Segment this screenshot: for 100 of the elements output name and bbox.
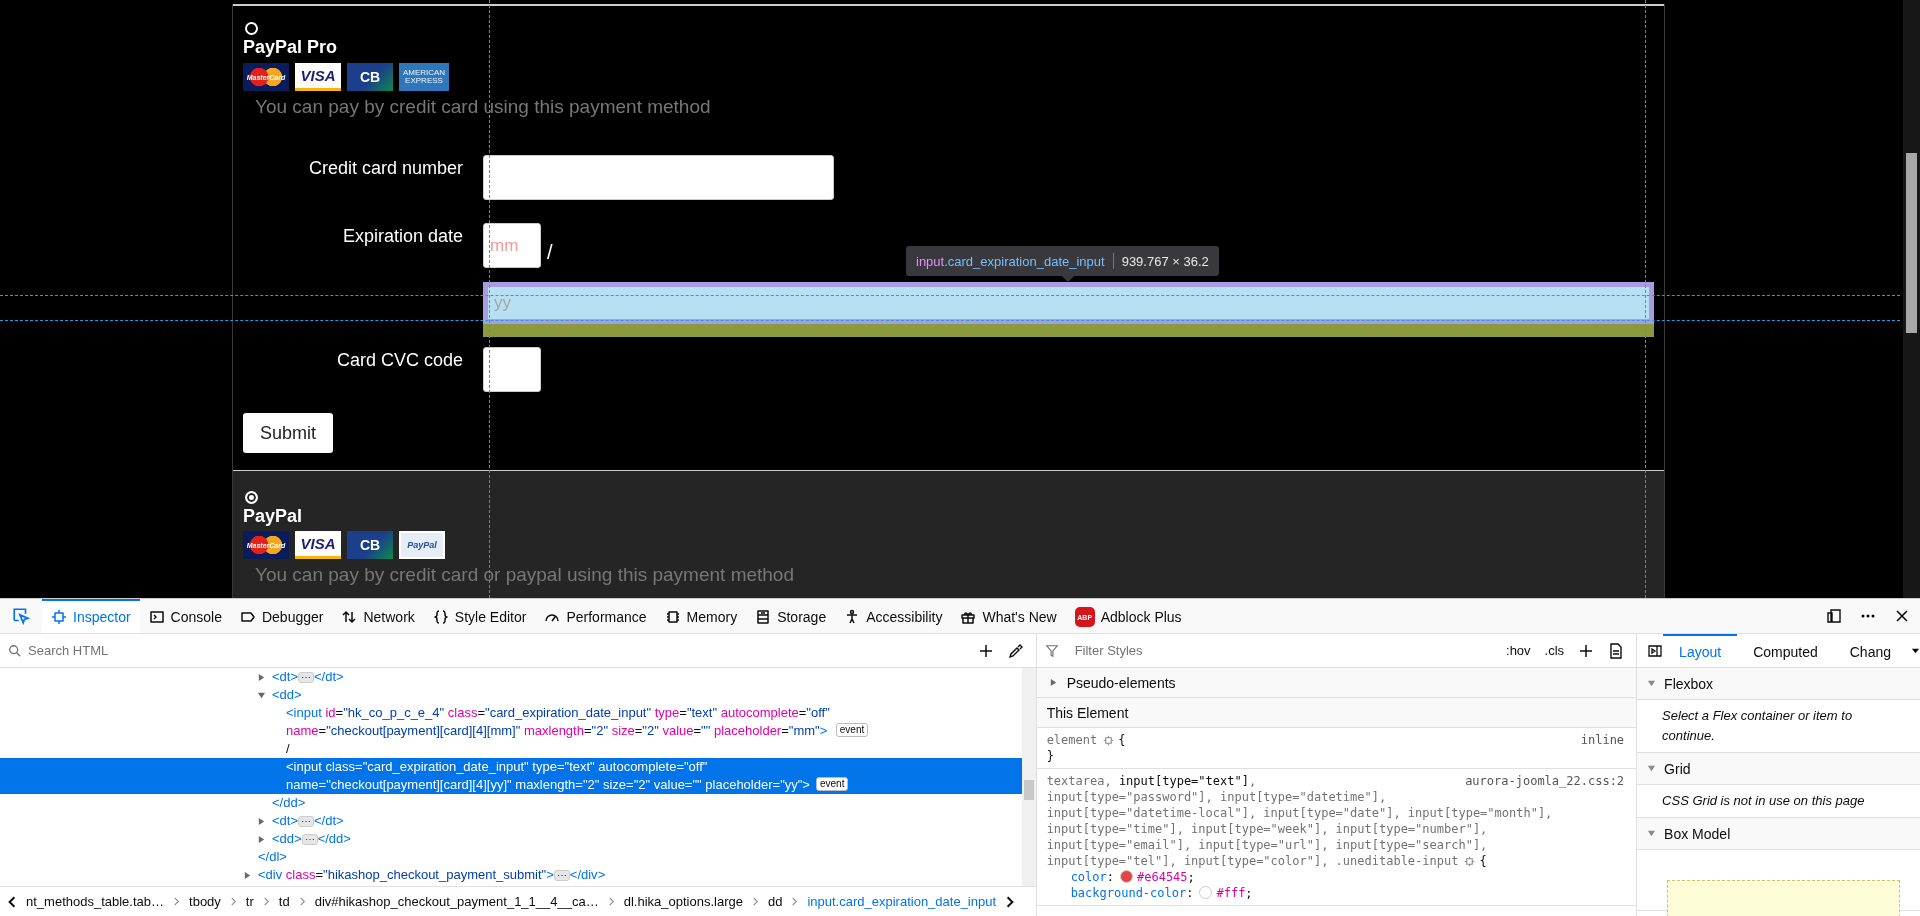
markup-line[interactable]: <div class="hikashop_checkout_payment_submit">⋯</div> <box>258 866 606 884</box>
rule-selector: input[type="password"], input[type="datetime"], <box>1046 789 1387 805</box>
sidebar-toggle-icon[interactable] <box>1647 642 1664 659</box>
chevron-icon <box>172 897 182 906</box>
markup-line[interactable]: <input id="hk_co_p_c_e_4" class="card_expiration_date_input" type="text" autocomplete="off" <box>286 704 830 722</box>
devtools-tab[interactable]: Console <box>139 599 231 633</box>
filter-icon <box>1044 643 1059 658</box>
sidebar-tab[interactable]: Chang <box>1833 634 1907 667</box>
css-declaration[interactable]: color: #e64545; <box>1046 869 1625 885</box>
card-logo: CB <box>347 531 393 559</box>
year-field[interactable]: yy <box>483 282 1654 324</box>
devtools-tab[interactable]: Performance <box>535 599 656 633</box>
pseudo-elements-toggle[interactable]: Pseudo-elements <box>1066 674 1176 691</box>
braces-icon <box>432 609 449 625</box>
close-icon[interactable] <box>1894 608 1910 624</box>
cvc-field[interactable] <box>483 347 541 392</box>
event-badge[interactable]: event <box>835 723 869 737</box>
section-header[interactable]: Box Model <box>1664 825 1731 842</box>
twisty-icon[interactable] <box>1647 764 1657 773</box>
section-header[interactable]: Flexbox <box>1664 675 1714 692</box>
breadcrumb[interactable]: tr <box>245 894 254 909</box>
card-logo: VISA <box>295 531 341 559</box>
rule-selector: input[type="datetime-local"], input[type="date"], input[type="month"], <box>1046 805 1553 821</box>
breadcrumb[interactable]: dd <box>767 894 783 909</box>
breadcrumb[interactable]: td <box>278 894 290 909</box>
radio-button[interactable] <box>245 491 258 504</box>
field-label: Expiration date <box>341 225 463 248</box>
date-separator: / <box>547 240 553 264</box>
markup-line[interactable]: / <box>286 740 290 758</box>
markup-line[interactable]: <dt>⋯</dt> <box>272 812 344 830</box>
card-number-field[interactable] <box>483 155 834 200</box>
devtools-tab[interactable]: Style Editor <box>423 599 536 633</box>
twisty-icon[interactable] <box>243 871 252 880</box>
markup-line[interactable]: name="checkout[payment][card][4][mm]" maxlength="2" size="2" value="" placeholder="mm"> <box>286 722 828 740</box>
section-header[interactable]: Grid <box>1664 760 1691 777</box>
card-logo: VISA <box>295 63 341 91</box>
twisty-icon[interactable] <box>1647 679 1657 688</box>
payment-description: You can pay by credit card using this payment method <box>254 95 712 119</box>
month-field[interactable]: mm <box>483 223 541 268</box>
markup-line[interactable]: name="checkout[payment][card][4][yy]" maxlength="2" size="2" value="" placeholder="yy"> <box>286 776 810 794</box>
markup-line[interactable]: <dd>⋯</dd> <box>272 830 351 848</box>
twisty-icon[interactable] <box>1048 678 1058 687</box>
breadcrumb[interactable]: nt_methods_table.tab… <box>26 894 165 909</box>
markup-line[interactable]: <dt>⋯</dt> <box>272 668 344 686</box>
chevron-icon <box>297 897 307 906</box>
rule-brace: { <box>1118 732 1126 748</box>
section-title: This Element <box>1036 698 1637 728</box>
breadcrumb[interactable]: tbody <box>189 894 221 909</box>
devtools-tab[interactable]: Network <box>332 599 424 633</box>
devtools-tab[interactable]: Inspector <box>42 599 140 633</box>
css-declaration[interactable]: background-color: #fff; <box>1046 885 1625 901</box>
responsive-mode-icon[interactable] <box>1826 608 1842 624</box>
section-message: CSS Grid is not in use on this page <box>1661 792 1866 810</box>
twisty-icon[interactable] <box>1647 829 1657 838</box>
filter-field[interactable]: Filter Styles <box>1072 642 1492 659</box>
devtools-tab[interactable]: Memory <box>655 599 747 633</box>
rule-source[interactable]: inline <box>1570 732 1625 748</box>
chip-icon <box>664 609 681 625</box>
markup-line[interactable]: </dl> <box>258 848 287 866</box>
radio-button[interactable] <box>245 22 258 35</box>
twisty-icon[interactable] <box>257 835 266 844</box>
rule-source[interactable]: aurora-joomla_22.css:2 <box>1455 773 1625 789</box>
pick-element-icon[interactable] <box>12 607 30 625</box>
console-icon <box>148 609 165 625</box>
markup-line[interactable]: <input class="card_expiration_date_input" type="text" autocomplete="off" <box>286 758 708 776</box>
crosshair-icon[interactable] <box>1103 735 1115 746</box>
devtools-tab[interactable]: Accessibility <box>835 599 952 633</box>
devtools-tab[interactable]: Storage <box>746 599 836 633</box>
hover-toggle[interactable]: :hov <box>1506 643 1531 658</box>
eyedropper-icon[interactable] <box>1007 642 1024 659</box>
devtools-tab[interactable]: What's New <box>951 599 1066 633</box>
event-badge[interactable]: event <box>815 777 849 791</box>
card-logo: CB <box>347 63 393 91</box>
twisty-icon[interactable] <box>257 691 266 700</box>
markup-line[interactable]: <dd> <box>272 686 302 704</box>
twisty-icon[interactable] <box>257 817 266 826</box>
sidebar-tab[interactable]: Computed <box>1737 634 1834 667</box>
crosshair-icon[interactable] <box>1464 856 1476 867</box>
rule-selector: input[type="time"], input[type="week"], input[type="number"], <box>1046 821 1488 837</box>
twisty-icon[interactable] <box>257 673 266 682</box>
breadcrumb[interactable]: dl.hika_options.large <box>623 894 743 909</box>
gift-icon <box>960 609 977 625</box>
field-label: Card CVC code <box>335 349 463 372</box>
markup-line[interactable]: </dd> <box>272 794 306 812</box>
search-icon <box>8 643 22 658</box>
devtools-tab[interactable]: Debugger <box>230 599 333 633</box>
caret-icon[interactable] <box>1911 646 1920 655</box>
selected-row[interactable]: <input class="card_expiration_date_input" type="text" autocomplete="off" name="checkout[payment][card][4][yy]" maxlength="2" size="2" value="" placeholder="yy"> event <box>0 758 1022 794</box>
breadcrumb[interactable]: input.card_expiration_date_input <box>807 894 997 909</box>
class-toggle[interactable]: .cls <box>1544 643 1565 658</box>
document-icon[interactable] <box>1608 642 1625 659</box>
add-icon[interactable] <box>1578 642 1595 659</box>
tooltip-size: 939.767 × 36.2 <box>1121 253 1209 269</box>
scrollbar[interactable] <box>1903 0 1920 598</box>
breadcrumb[interactable]: div#hikashop_checkout_payment_1_1__4__ca… <box>314 894 599 909</box>
chevron-icon <box>606 897 616 906</box>
scrollbar[interactable] <box>1021 668 1036 886</box>
submit-button[interactable]: Submit <box>243 413 333 453</box>
add-icon[interactable] <box>977 642 994 659</box>
search-field[interactable]: Search HTML <box>26 642 964 659</box>
